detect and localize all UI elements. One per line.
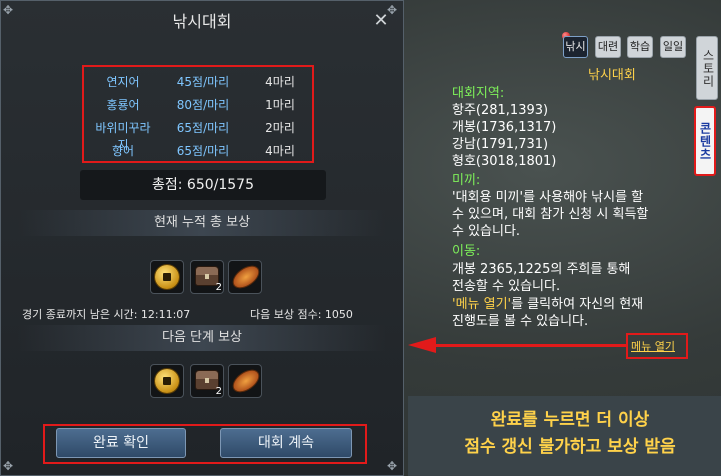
region-item: 형호(3018,1801) (452, 154, 557, 169)
caption-line: 점수 갱신 불가하고 보상 받음 (464, 437, 676, 457)
fish-points: 45점/마리 (176, 75, 230, 89)
caption-line: 완료를 누르면 더 이상 (490, 410, 650, 430)
fish-count: 4마리 (265, 75, 295, 89)
move-label: 이동: (452, 244, 481, 259)
table-row: 연지어 45점/마리 4마리 (84, 69, 312, 93)
current-reward-header: 현재 누적 총 보상 (18, 210, 386, 236)
reward-slot[interactable] (150, 364, 184, 398)
confirm-complete-button[interactable]: 완료 확인 (56, 428, 186, 458)
reward-count: 2 (215, 282, 222, 293)
panel-title: 낚시대회 (588, 68, 636, 83)
region-item: 강남(1791,731) (452, 137, 549, 152)
region-item: 항주(281,1393) (452, 103, 549, 118)
fish-name: 연지어 (106, 75, 140, 89)
reward-slot[interactable] (150, 260, 184, 294)
time-remaining: 경기 종료까지 남은 시간: 12:11:07 (22, 308, 191, 321)
bait-label: 미끼: (452, 173, 481, 188)
reward-slot[interactable]: 2 (190, 364, 224, 398)
fish-score-table: 연지어 45점/마리 4마리 홍룡어 80점/마리 1마리 바위미꾸라지 65점… (82, 65, 314, 163)
bread-icon (229, 366, 263, 396)
close-icon[interactable]: ✕ (372, 12, 390, 30)
reward-slot[interactable] (228, 260, 263, 294)
move-text: 전송할 수 있습니다. (452, 279, 561, 294)
table-row: 바위미꾸라지 65점/마리 2마리 (84, 115, 312, 152)
menu-instruction: '메뉴 열기'를 클릭하여 자신의 현재 (452, 297, 643, 313)
fish-count: 1마리 (265, 98, 295, 112)
fish-name: 향어 (111, 144, 135, 158)
fish-points: 80점/마리 (176, 98, 230, 112)
reward-slot[interactable] (228, 364, 263, 398)
fish-points: 65점/마리 (176, 144, 230, 158)
bait-text: 수 있으며, 대회 참가 신청 시 획득할 (452, 207, 649, 222)
region-label: 대회지역: (452, 86, 505, 101)
corner-ornament-icon: ✥ (3, 459, 14, 473)
move-text: 개봉 2365,1225의 주희를 통해 (452, 262, 631, 277)
menu-instruction-text: 진행도를 볼 수 있습니다. (452, 314, 589, 329)
bait-text: 수 있습니다. (452, 224, 521, 239)
reward-points: 다음 보상 점수: 1050 (250, 308, 353, 321)
fish-points: 65점/마리 (176, 121, 230, 135)
bait-text: '대회용 미끼'를 사용해야 낚시를 할 (452, 190, 644, 205)
corner-ornament-icon: ✥ (387, 459, 398, 473)
continue-contest-button[interactable]: 대회 계속 (220, 428, 352, 458)
fish-count: 4마리 (265, 144, 295, 158)
reward-count: 2 (215, 386, 222, 397)
table-row: 향어 65점/마리 4마리 (84, 138, 312, 162)
region-item: 개봉(1736,1317) (452, 120, 557, 135)
open-menu-link[interactable]: 메뉴 열기 (631, 338, 675, 354)
dialog-title: 낚시대회 (172, 12, 232, 31)
pointer-arrow (436, 344, 626, 347)
menu-highlight-text: '메뉴 열기' (452, 297, 512, 312)
reward-slot[interactable]: 2 (190, 260, 224, 294)
menu-instruction-text: 를 클릭하여 자신의 현재 (511, 297, 644, 312)
tab-fishing[interactable]: 낚시 (563, 36, 588, 58)
arrow-left-icon (408, 337, 436, 353)
fish-count: 2마리 (265, 121, 295, 135)
bread-icon (229, 262, 263, 292)
tab-sparring[interactable]: 대련 (595, 36, 621, 58)
table-row: 홍룡어 80점/마리 1마리 (84, 92, 312, 116)
total-score: 총점: 650/1575 (80, 170, 326, 200)
tab-study[interactable]: 학습 (627, 36, 653, 58)
gold-coin-icon (155, 265, 179, 289)
tab-daily[interactable]: 일일 (660, 36, 686, 58)
side-tab-story[interactable]: 스토리 (696, 36, 718, 100)
next-reward-header: 다음 단계 보상 (18, 325, 386, 351)
side-tab-content[interactable]: 콘텐츠 (694, 106, 716, 176)
fish-name: 홍룡어 (106, 98, 140, 112)
gold-coin-icon (155, 369, 179, 393)
